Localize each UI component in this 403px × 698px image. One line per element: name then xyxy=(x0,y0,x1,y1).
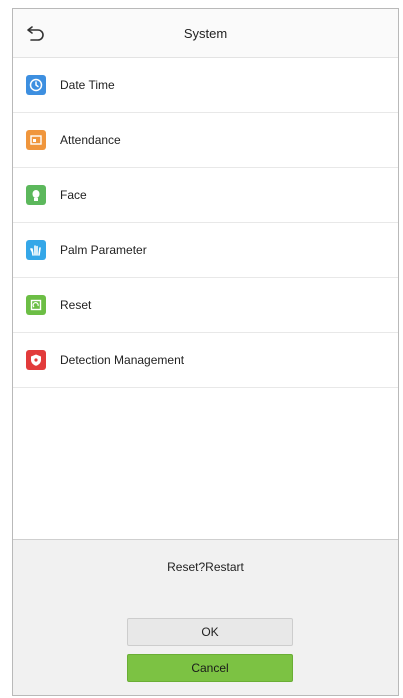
menu-item-label: Date Time xyxy=(60,78,115,92)
menu-item-label: Attendance xyxy=(60,133,121,147)
menu-item-face[interactable]: Face xyxy=(13,168,398,223)
clock-icon xyxy=(26,75,46,95)
menu-item-detection-management[interactable]: Detection Management xyxy=(13,333,398,388)
menu-item-label: Detection Management xyxy=(60,353,185,367)
menu-item-label: Palm Parameter xyxy=(60,243,147,257)
face-icon xyxy=(26,185,46,205)
menu-item-attendance[interactable]: Attendance xyxy=(13,113,398,168)
shield-icon xyxy=(26,350,46,370)
ok-button[interactable]: OK xyxy=(127,618,293,646)
page-title: System xyxy=(183,25,228,41)
header-bar: System xyxy=(13,9,398,58)
reset-icon xyxy=(26,295,46,315)
dialog-message: Reset?Restart xyxy=(167,560,244,574)
menu-item-label: Reset xyxy=(60,298,92,312)
menu-item-reset[interactable]: Reset xyxy=(13,278,398,333)
confirm-dialog: Reset?Restart OK Cancel xyxy=(13,539,398,695)
device-screen: System Date Time Attendance Face Palm Pa… xyxy=(12,8,399,696)
menu-item-palm-parameter[interactable]: Palm Parameter xyxy=(13,223,398,278)
cancel-button[interactable]: Cancel xyxy=(127,654,293,682)
back-arrow-icon[interactable] xyxy=(25,23,47,43)
menu-item-date-time[interactable]: Date Time xyxy=(13,58,398,113)
attendance-icon xyxy=(26,130,46,150)
palm-icon xyxy=(26,240,46,260)
menu-item-label: Face xyxy=(60,188,87,202)
